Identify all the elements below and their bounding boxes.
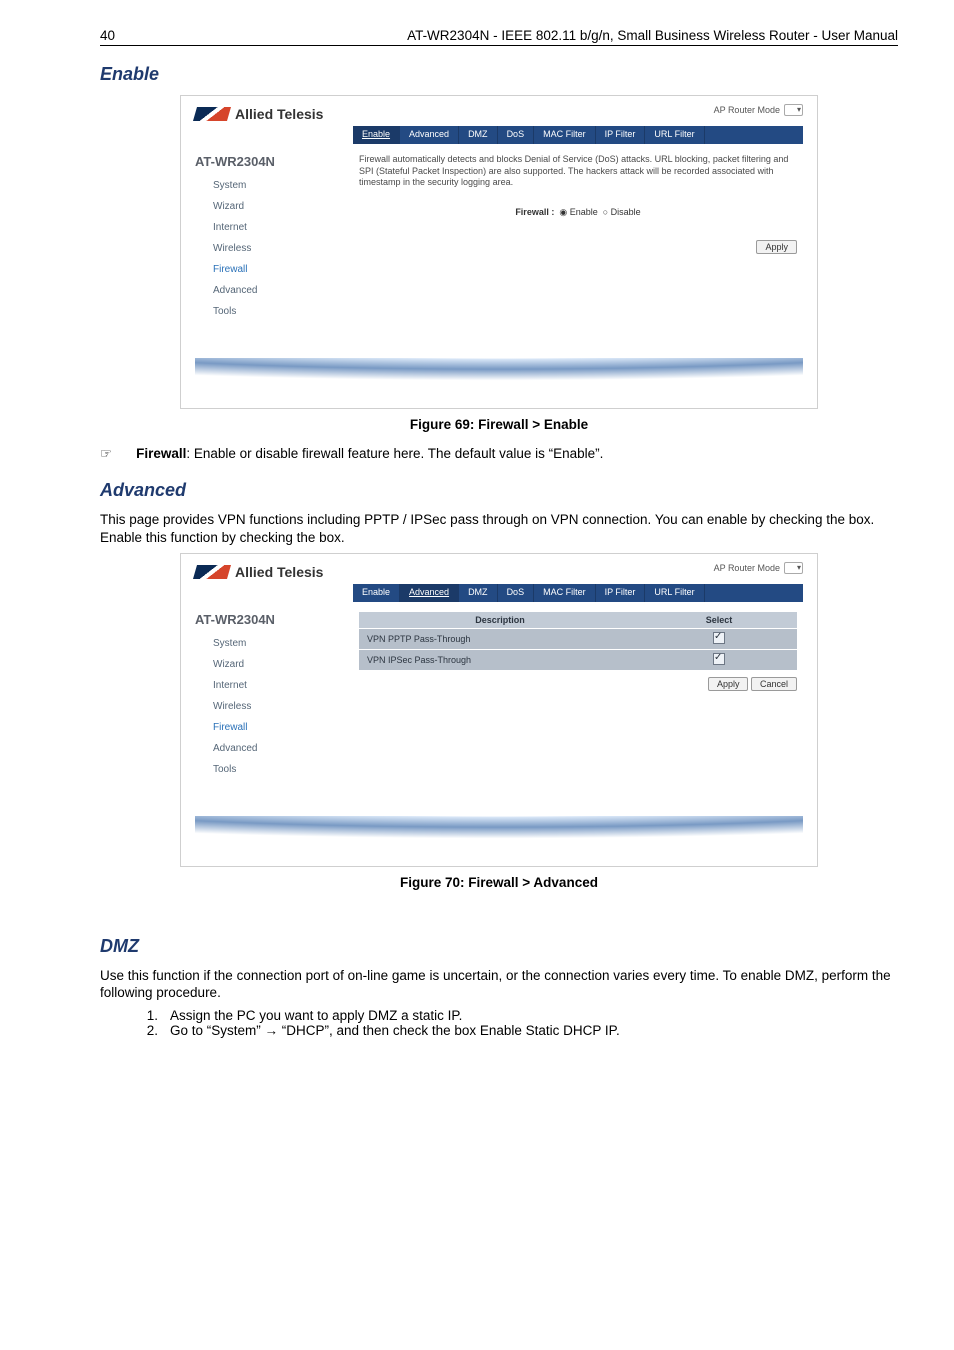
tab-advanced[interactable]: Advanced <box>400 584 459 602</box>
tab-dmz[interactable]: DMZ <box>459 126 498 144</box>
doc-title: AT-WR2304N - IEEE 802.11 b/g/n, Small Bu… <box>407 28 898 43</box>
advanced-body: This page provides VPN functions includi… <box>100 511 898 547</box>
sidebar-item-internet[interactable]: Internet <box>195 217 353 238</box>
brand-logo: Allied Telesis <box>195 564 803 580</box>
tab-enable[interactable]: Enable <box>353 584 400 602</box>
footer-swoosh <box>195 358 803 386</box>
apply-button[interactable]: Apply <box>756 240 797 254</box>
sidebar-item-tools[interactable]: Tools <box>195 301 353 322</box>
checkbox-ipsec[interactable] <box>713 653 725 665</box>
sidebar-model: AT-WR2304N <box>195 612 353 627</box>
tab-dmz[interactable]: DMZ <box>459 584 498 602</box>
firewall-tabs: Enable Advanced DMZ DoS MAC Filter IP Fi… <box>353 126 803 144</box>
sidebar-item-advanced[interactable]: Advanced <box>195 280 353 301</box>
col-select: Select <box>641 612 797 629</box>
sidebar-item-system[interactable]: System <box>195 175 353 196</box>
heading-enable: Enable <box>100 64 898 85</box>
sidebar-item-advanced[interactable]: Advanced <box>195 738 353 759</box>
figure-70-caption: Figure 70: Firewall > Advanced <box>100 875 898 890</box>
tab-mac[interactable]: MAC Filter <box>534 584 596 602</box>
firewall-toggle-row: Firewall : ◉ Enable ○ Disable <box>359 207 797 218</box>
tab-advanced[interactable]: Advanced <box>400 126 459 144</box>
tab-mac[interactable]: MAC Filter <box>534 126 596 144</box>
tab-ip[interactable]: IP Filter <box>596 126 646 144</box>
brand-logo: Allied Telesis <box>195 106 803 122</box>
sidebar-item-system[interactable]: System <box>195 633 353 654</box>
tab-enable[interactable]: Enable <box>353 126 400 144</box>
mode-selector: AP Router Mode <box>714 562 803 574</box>
screenshot-firewall-advanced: AP Router Mode Allied Telesis Enable Adv… <box>180 553 818 867</box>
tab-url[interactable]: URL Filter <box>645 584 704 602</box>
step-1: Assign the PC you want to apply DMZ a st… <box>170 1008 462 1023</box>
table-row: VPN IPSec Pass-Through <box>359 649 797 670</box>
heading-dmz: DMZ <box>100 936 898 957</box>
sidebar-item-wireless[interactable]: Wireless <box>195 238 353 259</box>
page-number: 40 <box>100 28 115 43</box>
dropdown-icon[interactable] <box>784 104 803 116</box>
tab-ip[interactable]: IP Filter <box>596 584 646 602</box>
sidebar-item-firewall[interactable]: Firewall <box>195 259 353 280</box>
page-header: 40 AT-WR2304N - IEEE 802.11 b/g/n, Small… <box>100 28 898 46</box>
sidebar: AT-WR2304N System Wizard Internet Wirele… <box>195 602 353 780</box>
footer-swoosh <box>195 816 803 844</box>
dmz-steps: 1.Assign the PC you want to apply DMZ a … <box>142 1008 898 1038</box>
dropdown-icon[interactable] <box>784 562 803 574</box>
tab-url[interactable]: URL Filter <box>645 126 704 144</box>
table-row: VPN PPTP Pass-Through <box>359 628 797 649</box>
vpn-pass-through-table: Description Select VPN PPTP Pass-Through… <box>359 612 797 671</box>
checkbox-pptp[interactable] <box>713 632 725 644</box>
figure-69-caption: Figure 69: Firewall > Enable <box>100 417 898 432</box>
sidebar-item-wireless[interactable]: Wireless <box>195 696 353 717</box>
sidebar-item-wizard[interactable]: Wizard <box>195 196 353 217</box>
bullet-firewall: Firewall: Enable or disable firewall fea… <box>136 446 603 461</box>
sidebar-model: AT-WR2304N <box>195 154 353 169</box>
sidebar: AT-WR2304N System Wizard Internet Wirele… <box>195 144 353 322</box>
tab-dos[interactable]: DoS <box>498 584 535 602</box>
sidebar-item-wizard[interactable]: Wizard <box>195 654 353 675</box>
screenshot-firewall-enable: AP Router Mode Allied Telesis Enable Adv… <box>180 95 818 409</box>
step-2: Go to “System” → “DHCP”, and then check … <box>170 1023 620 1038</box>
firewall-tabs: Enable Advanced DMZ DoS MAC Filter IP Fi… <box>353 584 803 602</box>
mode-selector: AP Router Mode <box>714 104 803 116</box>
cancel-button[interactable]: Cancel <box>751 677 797 691</box>
sidebar-item-tools[interactable]: Tools <box>195 759 353 780</box>
tab-dos[interactable]: DoS <box>498 126 535 144</box>
brand-mark-icon <box>193 565 231 579</box>
heading-advanced: Advanced <box>100 480 898 501</box>
dmz-body: Use this function if the connection port… <box>100 967 898 1003</box>
brand-mark-icon <box>193 107 231 121</box>
col-description: Description <box>359 612 641 629</box>
panel-description: Firewall automatically detects and block… <box>359 154 797 189</box>
sidebar-item-internet[interactable]: Internet <box>195 675 353 696</box>
sidebar-item-firewall[interactable]: Firewall <box>195 717 353 738</box>
pointer-icon: ☞ <box>100 446 112 462</box>
apply-button[interactable]: Apply <box>708 677 749 691</box>
